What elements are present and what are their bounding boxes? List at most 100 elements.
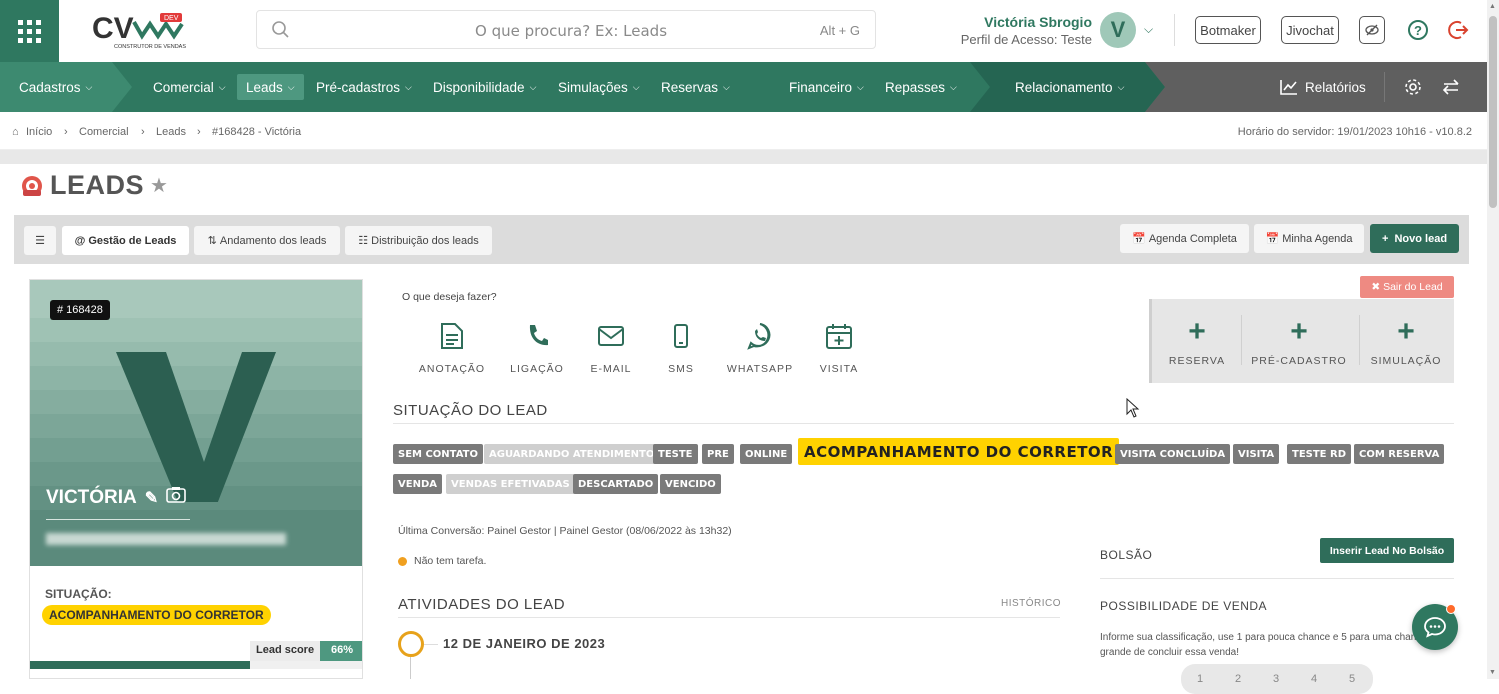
mobile-icon	[674, 324, 688, 348]
chevron-down-icon: ⌵	[723, 81, 730, 92]
status-tag[interactable]: TESTE	[653, 444, 698, 464]
notification-dot	[1446, 604, 1456, 614]
chat-button[interactable]	[1412, 604, 1458, 650]
swap-icon[interactable]	[1442, 62, 1460, 112]
eye-slash-icon	[1365, 24, 1379, 36]
add-pre-cadastro-button[interactable]: + PRÉ-CADASTRO	[1249, 317, 1349, 368]
divider	[1174, 14, 1175, 46]
chevron-down-icon[interactable]: ⌵	[1144, 22, 1153, 37]
scrollbar[interactable]: ▲ ▼	[1487, 0, 1499, 679]
status-tag-active[interactable]: ACOMPANHAMENTO DO CORRETOR	[798, 438, 1120, 465]
lead-initial-graphic	[116, 352, 276, 502]
actions-question: O que deseja fazer?	[402, 291, 497, 303]
hide-eye-button[interactable]	[1359, 16, 1385, 44]
gear-icon[interactable]	[1404, 62, 1422, 112]
novo-lead-button[interactable]: + Novo lead	[1370, 224, 1459, 253]
user-info[interactable]: Victória Sbrogio Perfil de Acesso: Teste	[940, 14, 1092, 47]
logo[interactable]: CV DEV CONSTRUTOR DE VENDAS	[92, 10, 187, 52]
insert-bolsao-button[interactable]: Inserir Lead No Bolsão	[1320, 538, 1454, 563]
agenda-completa-button[interactable]: 📅 Agenda Completa	[1120, 224, 1249, 253]
star-icon[interactable]: ★	[150, 173, 168, 198]
jivochat-button[interactable]: Jivochat	[1281, 16, 1339, 44]
rating-option[interactable]: 3	[1273, 673, 1279, 685]
situation-badge: ACOMPANHAMENTO DO CORRETOR	[42, 605, 271, 625]
status-tag[interactable]: TESTE RD	[1287, 444, 1351, 464]
nav-relatorios[interactable]: Relatórios	[1280, 62, 1366, 112]
user-profile: Perfil de Acesso: Teste	[960, 32, 1092, 47]
minha-agenda-button[interactable]: 📅 Minha Agenda	[1254, 224, 1364, 253]
rating-option[interactable]: 4	[1311, 673, 1317, 685]
botmaker-button[interactable]: Botmaker	[1195, 16, 1261, 44]
plus-icon: +	[1381, 232, 1395, 245]
nav-relacionamento[interactable]: Relacionamento ⌵	[1015, 62, 1124, 112]
action-sms[interactable]: SMS	[646, 322, 716, 375]
status-tag[interactable]: AGUARDANDO ATENDIMENTO	[484, 444, 660, 464]
nav-cadastros[interactable]: Cadastros ⌵	[19, 62, 92, 112]
status-tag[interactable]: VENDA	[393, 474, 442, 494]
search-box[interactable]: O que procura? Ex: Leads Alt + G	[256, 10, 876, 49]
status-tag[interactable]: ONLINE	[740, 444, 793, 464]
logout-icon[interactable]	[1445, 16, 1473, 44]
status-dot	[398, 556, 407, 566]
chevron-down-icon: ⌵	[529, 81, 537, 92]
nav-leads[interactable]: Leads ⌵	[237, 74, 304, 100]
avatar[interactable]: V	[1100, 12, 1136, 48]
status-tag[interactable]: VENDAS EFETIVADAS	[446, 474, 575, 494]
action-whatsapp[interactable]: WHATSAPP	[725, 322, 795, 375]
breadcrumb-comercial[interactable]: Comercial	[79, 126, 129, 138]
nav-pre-cadastros[interactable]: Pré-cadastros ⌵	[316, 62, 412, 112]
calendar-icon: 📅	[1132, 233, 1149, 245]
apps-grid-button[interactable]	[0, 0, 59, 62]
rating-selector[interactable]: 1 2 3 4 5	[1181, 664, 1373, 694]
page-title: LEADS ★	[20, 170, 168, 201]
logo-badge: DEV	[164, 15, 179, 22]
add-reserva-button[interactable]: + RESERVA	[1147, 317, 1247, 368]
tab-andamento[interactable]: ⇅ Andamento dos leads	[194, 226, 340, 255]
menu-button[interactable]: ☰	[24, 226, 56, 255]
tab-gestao-de-leads[interactable]: @ Gestão de Leads	[62, 226, 189, 255]
tab-distribuicao[interactable]: ☷ Distribuição dos leads	[345, 226, 492, 255]
home-icon[interactable]: ⌂	[12, 126, 19, 138]
search-placeholder[interactable]: O que procura? Ex: Leads	[475, 22, 667, 40]
status-tag[interactable]: VISITA	[1233, 444, 1280, 464]
nav-repasses[interactable]: Repasses ⌵	[885, 62, 957, 112]
pencil-icon[interactable]: ✎	[145, 488, 158, 508]
document-icon	[441, 323, 463, 349]
rating-option[interactable]: 5	[1349, 673, 1355, 685]
chat-bubble-icon	[1424, 617, 1446, 638]
add-simulacao-button[interactable]: + SIMULAÇÃO	[1356, 317, 1456, 368]
action-ligacao[interactable]: LIGAÇÃO	[502, 322, 572, 375]
phone-icon	[529, 325, 548, 346]
lead-score-label: Lead score	[250, 641, 321, 661]
rating-option[interactable]: 1	[1197, 673, 1203, 685]
status-tag[interactable]: SEM CONTATO	[393, 444, 484, 464]
camera-icon[interactable]	[166, 486, 186, 509]
action-anotacao[interactable]: ANOTAÇÃO	[417, 322, 487, 375]
search-icon	[271, 20, 291, 45]
status-tag[interactable]: COM RESERVA	[1354, 444, 1445, 464]
nav-reservas[interactable]: Reservas ⌵	[661, 62, 730, 112]
exit-lead-button[interactable]: ✖ Sair do Lead	[1360, 276, 1454, 298]
search-shortcut: Alt + G	[819, 23, 860, 38]
scrollbar-thumb[interactable]	[1489, 16, 1497, 208]
nav-financeiro[interactable]: Financeiro ⌵	[789, 62, 864, 112]
status-tag[interactable]: DESCARTADO	[573, 474, 659, 494]
nav-simulacoes[interactable]: Simulações ⌵	[558, 62, 640, 112]
action-email[interactable]: E-MAIL	[576, 322, 646, 375]
status-tag[interactable]: VISITA CONCLUÍDA	[1115, 444, 1231, 464]
lead-email-blurred	[46, 533, 286, 545]
target-icon	[22, 175, 42, 196]
help-icon[interactable]: ?	[1404, 16, 1432, 44]
status-tag[interactable]: VENCIDO	[660, 474, 721, 494]
breadcrumb-inicio[interactable]: Início	[26, 126, 52, 138]
status-tag[interactable]: PRE	[702, 444, 734, 464]
action-visita[interactable]: VISITA	[804, 322, 874, 375]
close-icon: ✖	[1371, 281, 1384, 293]
nav-comercial[interactable]: Comercial ⌵	[153, 62, 226, 112]
history-link[interactable]: HISTÓRICO	[1001, 598, 1061, 609]
rating-option[interactable]: 2	[1235, 673, 1241, 685]
nav-disponibilidade[interactable]: Disponibilidade ⌵	[433, 62, 536, 112]
chevron-down-icon: ⌵	[857, 81, 864, 92]
breadcrumb-leads[interactable]: Leads	[156, 126, 186, 138]
hamburger-icon: ☰	[35, 235, 45, 247]
